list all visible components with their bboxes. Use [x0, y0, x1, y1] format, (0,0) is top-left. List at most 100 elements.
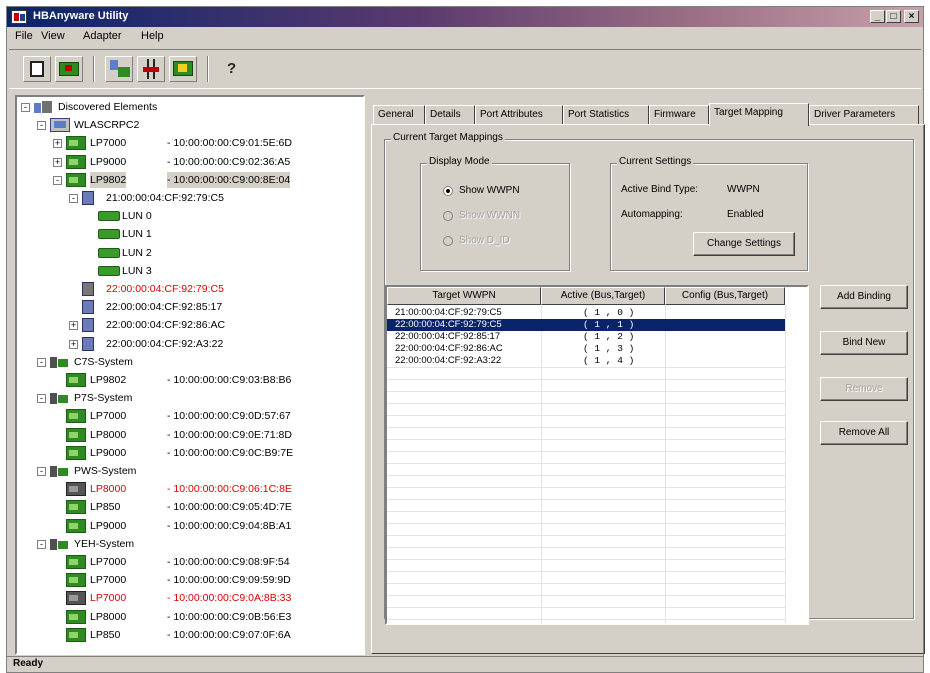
tree-node[interactable]: LP9000 - 10:00:00:00:C9:04:8B:A1: [53, 518, 357, 536]
tree-node[interactable]: 22:00:00:04:CF:92:85:17: [69, 299, 357, 317]
tree-node[interactable]: LP850 - 10:00:00:00:C9:05:4D:7E: [53, 499, 357, 517]
grid-line: [387, 523, 785, 524]
tree-node[interactable]: + LP7000 - 10:00:00:00:C9:01:5E:6D: [53, 135, 357, 153]
active-bind-type-value: WWPN: [727, 184, 760, 195]
close-button[interactable]: ×: [904, 10, 919, 23]
remove-button[interactable]: Remove: [820, 377, 908, 401]
collapse-icon[interactable]: -: [53, 175, 62, 185]
help-button[interactable]: ?: [217, 56, 245, 82]
tree-node[interactable]: LP8000 - 10:00:00:00:C9:0E:71:8D: [53, 427, 357, 445]
tree-node[interactable]: LUN 3: [85, 263, 357, 281]
lun-icon: [98, 229, 120, 240]
tree-node[interactable]: LP9802 - 10:00:00:00:C9:03:B8:B6: [53, 372, 357, 390]
grid-line: [387, 439, 785, 440]
tab-details[interactable]: Details: [425, 105, 475, 125]
tree-node[interactable]: LP7000 - 10:00:00:00:C9:0A:8B:33: [53, 590, 357, 608]
tree-node[interactable]: - PWS-System: [37, 463, 357, 481]
tree-node[interactable]: 22:00:00:04:CF:92:79:C5: [69, 281, 357, 299]
tree-node-label: LP9000: [90, 446, 127, 459]
table-row[interactable]: 22:00:00:04:CF:92:85:17 ( 1 , 2 ): [387, 331, 785, 343]
tab-port-statistics[interactable]: Port Statistics: [563, 105, 649, 125]
tree-node[interactable]: LP8000 - 10:00:00:00:C9:0B:56:E3: [53, 609, 357, 627]
minimize-button[interactable]: _: [870, 10, 885, 23]
adapter-icon: [66, 518, 86, 533]
tree-node[interactable]: - WLASCRPC2: [37, 117, 357, 135]
adapter-button[interactable]: [55, 56, 83, 82]
collapse-icon[interactable]: -: [37, 394, 46, 404]
tree-node[interactable]: +22:00:00:04:CF:92:86:AC: [69, 317, 357, 335]
menu-bar: File View Adapter Help: [7, 27, 923, 47]
expand-icon[interactable]: +: [69, 339, 78, 349]
tree-node-label: LP850: [90, 501, 121, 514]
menu-view[interactable]: View: [41, 30, 65, 42]
collapse-icon[interactable]: -: [37, 539, 46, 549]
tree-node[interactable]: LP850 - 10:00:00:00:C9:07:0F:6A: [53, 627, 357, 645]
grid-line: [387, 595, 785, 596]
tree-node[interactable]: +22:00:00:04:CF:92:A3:22: [69, 336, 357, 354]
expand-icon[interactable]: +: [69, 321, 78, 331]
menu-file[interactable]: File: [15, 30, 33, 42]
tree-node[interactable]: LP9000 - 10:00:00:00:C9:0C:B9:7E: [53, 445, 357, 463]
tree-node-wwn: - 10:00:00:00:C9:09:59:9D: [167, 574, 291, 587]
collapse-icon[interactable]: -: [37, 467, 46, 476]
bind-new-button[interactable]: Bind New: [820, 331, 908, 355]
collapse-icon[interactable]: -: [37, 121, 46, 131]
tree-node-label: LP7000: [90, 556, 127, 568]
collapse-icon[interactable]: -: [37, 357, 46, 367]
maximize-button[interactable]: □: [886, 10, 901, 23]
tree-node[interactable]: + LP9000 - 10:00:00:00:C9:02:36:A5: [53, 154, 357, 172]
tree-node[interactable]: LP7000 - 10:00:00:00:C9:0D:57:67: [53, 408, 357, 426]
tree-node[interactable]: LUN 2: [85, 245, 357, 263]
adapter-icon: [66, 609, 86, 624]
expand-icon[interactable]: +: [53, 139, 62, 149]
lun-icon: [98, 265, 120, 276]
column-header-target-wwpn[interactable]: Target WWPN: [387, 287, 541, 305]
tree-node[interactable]: LP7000 - 10:00:00:00:C9:09:59:9D: [53, 572, 357, 590]
tab-firmware[interactable]: Firmware: [649, 105, 709, 125]
table-row[interactable]: 22:00:00:04:CF:92:86:AC ( 1 , 3 ): [387, 343, 785, 355]
expand-icon[interactable]: +: [53, 157, 62, 167]
grid-line: [387, 583, 785, 584]
discovered-elements-tree[interactable]: - Discovered Elements - WLASCRPC2 + LP7000 - 1…: [15, 95, 365, 655]
column-header-active[interactable]: Active (Bus,Target): [541, 287, 665, 305]
local-hba-button[interactable]: [169, 56, 197, 82]
tree-node[interactable]: - C7S-System: [37, 354, 357, 372]
remove-all-button[interactable]: Remove All: [820, 421, 908, 445]
tab-target-mapping[interactable]: Target Mapping: [709, 103, 809, 126]
active-bus-target-cell: ( 1 , 1 ): [583, 319, 635, 330]
change-settings-button[interactable]: Change Settings: [693, 232, 795, 256]
collapse-icon[interactable]: -: [21, 103, 30, 112]
column-divider: [785, 305, 786, 623]
sort-by-host-button[interactable]: [105, 56, 133, 82]
tree-node[interactable]: LP7000 - 10:00:00:00:C9:08:9F:54: [53, 554, 357, 572]
menu-adapter[interactable]: Adapter: [83, 30, 122, 42]
tree-node[interactable]: LUN 0: [85, 208, 357, 226]
title-bar[interactable]: HBAnyware Utility _ □ ×: [7, 7, 923, 27]
tree-node-label: LP9802: [90, 171, 127, 188]
tab-general[interactable]: General: [373, 105, 425, 125]
tree-node-label: YEH-System: [74, 537, 135, 550]
tab-driver-parameters[interactable]: Driver Parameters: [809, 105, 919, 125]
radio-dot: [443, 236, 453, 246]
tree-node-wwn: - 10:00:00:00:C9:0A:8B:33: [167, 592, 292, 605]
tree-node[interactable]: - P7S-System: [37, 390, 357, 408]
refresh-button[interactable]: [23, 56, 51, 82]
tree-node[interactable]: LP8000 - 10:00:00:00:C9:06:1C:8E: [53, 481, 357, 499]
target-icon: [82, 336, 94, 351]
grid-line: [387, 571, 785, 572]
target-mappings-list[interactable]: Target WWPN Active (Bus,Target) Config (…: [385, 285, 809, 625]
column-header-config[interactable]: Config (Bus,Target): [665, 287, 785, 305]
collapse-icon[interactable]: -: [69, 194, 78, 203]
tree-node[interactable]: - YEH-System: [37, 536, 357, 554]
tree-node[interactable]: LUN 1: [85, 226, 357, 244]
menu-help[interactable]: Help: [141, 30, 164, 42]
table-row[interactable]: 21:00:00:04:CF:92:79:C5 ( 1 , 0 ): [387, 307, 785, 319]
tree-node[interactable]: - 21:00:00:04:CF:92:79:C5: [69, 190, 357, 208]
sort-by-fabric-button[interactable]: [137, 56, 165, 82]
tab-port-attributes[interactable]: Port Attributes: [475, 105, 563, 125]
tree-node[interactable]: - LP9802 - 10:00:00:00:C9:00:8E:04: [53, 171, 357, 190]
table-row[interactable]: 22:00:00:04:CF:92:A3:22 ( 1 , 4 ): [387, 355, 785, 367]
table-row[interactable]: 22:00:00:04:CF:92:79:C5 ( 1 , 1 ): [387, 319, 785, 331]
add-binding-button[interactable]: Add Binding: [820, 285, 908, 309]
tree-node[interactable]: - Discovered Elements: [21, 99, 357, 117]
